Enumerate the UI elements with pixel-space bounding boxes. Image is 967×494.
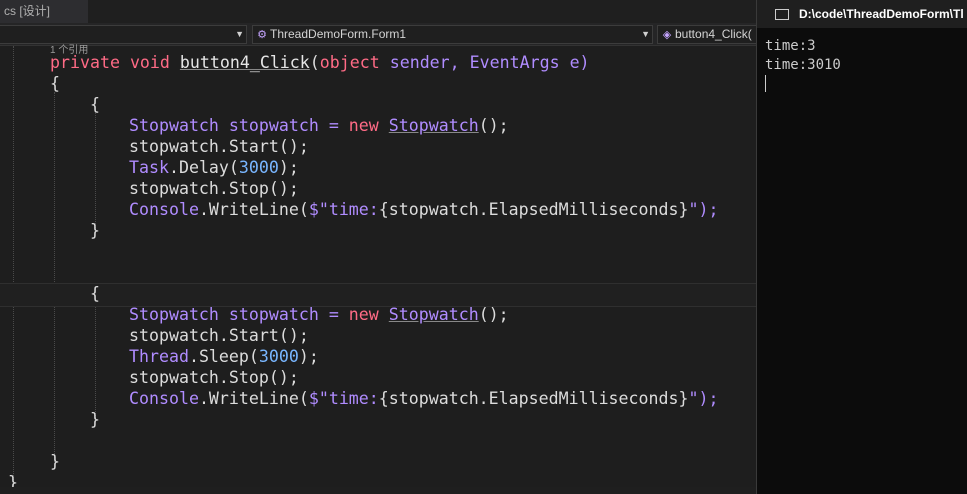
tab-designer[interactable]: cs [设计] — [0, 0, 88, 23]
console-cursor — [765, 75, 766, 92]
indent-guide — [95, 113, 96, 228]
chevron-down-icon: ▼ — [235, 29, 244, 39]
member-dropdown[interactable]: ◈ button4_Click( — [657, 25, 756, 44]
code-line: stopwatch.Start(); — [129, 137, 309, 156]
editor-bottom-bar — [0, 487, 756, 494]
code-line: Task.Delay(3000); — [129, 158, 299, 177]
console-window-icon — [775, 9, 789, 21]
indent-guide — [13, 46, 14, 494]
method-close-brace: } — [50, 452, 60, 471]
console-output-line: time:3 — [765, 38, 816, 54]
indent-guide — [54, 92, 55, 462]
block1-open-brace: { — [90, 95, 100, 114]
chevron-down-icon: ▼ — [641, 29, 650, 39]
method-open-brace: { — [50, 74, 60, 93]
document-tab-bar: cs [设计] — [0, 0, 756, 23]
block2-close-brace: } — [90, 410, 100, 429]
code-editor[interactable]: cs [设计] ▼ ⚙ ThreadDemoForm.Form1 ▼ ◈ butto… — [0, 0, 756, 494]
console-window[interactable]: D:\code\ThreadDemoForm\Tl time:3 time:30… — [756, 0, 967, 494]
method-icon: ◈ — [662, 29, 672, 41]
project-dropdown[interactable]: ▼ — [0, 25, 247, 44]
class-label: ThreadDemoForm.Form1 — [270, 27, 407, 41]
code-line: Stopwatch stopwatch = new Stopwatch(); — [129, 116, 509, 135]
member-label: button4_Click( — [675, 27, 752, 41]
code-line: Thread.Sleep(3000); — [129, 347, 319, 366]
code-area[interactable]: 1 个引用 private void button4_Click(object … — [0, 45, 756, 494]
code-line: stopwatch.Stop(); — [129, 179, 299, 198]
block2-open-brace: { — [90, 284, 100, 303]
block1-close-brace: } — [90, 221, 100, 240]
console-title-bar[interactable]: D:\code\ThreadDemoForm\Tl — [757, 0, 967, 28]
class-icon: ⚙ — [257, 29, 267, 41]
code-line: Stopwatch stopwatch = new Stopwatch(); — [129, 305, 509, 324]
code-line: stopwatch.Stop(); — [129, 368, 299, 387]
indent-guide — [95, 303, 96, 418]
code-line: Console.WriteLine($"time:{stopwatch.Elap… — [129, 389, 719, 408]
tab-label: cs [设计] — [4, 4, 51, 18]
console-output-line: time:3010 — [765, 57, 841, 73]
code-line: stopwatch.Start(); — [129, 326, 309, 345]
navigation-bar: ▼ ⚙ ThreadDemoForm.Form1 ▼ ◈ button4_Click… — [0, 23, 756, 46]
class-dropdown[interactable]: ⚙ ThreadDemoForm.Form1 ▼ — [252, 25, 653, 44]
console-title: D:\code\ThreadDemoForm\Tl — [799, 7, 964, 21]
code-line: Console.WriteLine($"time:{stopwatch.Elap… — [129, 200, 719, 219]
method-signature: private void button4_Click(object sender… — [50, 53, 590, 72]
